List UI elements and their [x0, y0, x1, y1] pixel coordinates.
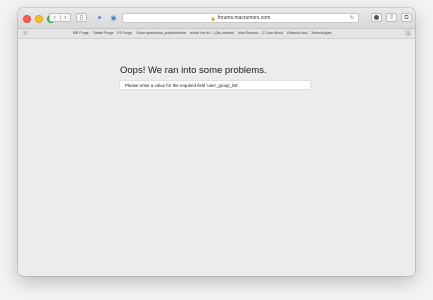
- share-icon: ⇧: [388, 14, 395, 21]
- error-title: Oops! We ran into some problems.: [120, 65, 267, 76]
- browser-toolbar: ‹ › ▯ ✦ ◉ 🔒 forums.macrumors.com ↻ ⇧ ⧉: [18, 8, 415, 29]
- page-content: Oops! We ran into some problems. Please …: [18, 39, 415, 276]
- favorite-item[interactable]: Onion spectrums_purpleocktree: [136, 31, 186, 36]
- reload-icon[interactable]: ↻: [350, 15, 354, 21]
- url-text: forums.macrumors.com: [217, 15, 271, 21]
- extension-button-2[interactable]: ◉: [108, 12, 119, 23]
- sidebar-icon: ▯: [79, 14, 84, 21]
- address-bar[interactable]: 🔒 forums.macrumors.com ↻: [122, 13, 359, 23]
- sidebar-toggle-button[interactable]: ▯: [76, 13, 87, 22]
- favorite-item[interactable]: FB Purge: [117, 31, 132, 36]
- back-forward-buttons: ‹ ›: [49, 13, 71, 22]
- share-button[interactable]: ⇧: [386, 13, 397, 22]
- downloads-icon: [374, 15, 379, 20]
- favorite-item[interactable]: MR Purge: [73, 31, 89, 36]
- favorite-item[interactable]: Editorial Arra... Technologies: [287, 31, 331, 36]
- add-tab-icon[interactable]: +: [405, 30, 411, 36]
- minimize-window-button[interactable]: [35, 15, 43, 23]
- favorite-item[interactable]: Mac Rumors: ...2 Care About: [238, 31, 283, 36]
- favorite-item[interactable]: Twitter Purge: [93, 31, 114, 36]
- tabs-icon: ⧉: [404, 14, 409, 21]
- tabs-button[interactable]: ⧉: [401, 13, 412, 22]
- extension-icon: ✦: [96, 14, 103, 22]
- close-window-button[interactable]: [23, 15, 31, 23]
- bookmarks-icon[interactable]: ◎: [23, 30, 27, 36]
- error-message: Please enter a value for the required fi…: [125, 82, 240, 88]
- favorites-bar: ◎ MR Purge Twitter Purge FB Purge Onion …: [18, 29, 415, 39]
- back-icon[interactable]: ‹: [50, 15, 60, 21]
- extension-button-1[interactable]: ✦: [94, 12, 105, 23]
- browser-window: ‹ › ▯ ✦ ◉ 🔒 forums.macrumors.com ↻ ⇧ ⧉ ◎: [18, 8, 415, 276]
- downloads-button[interactable]: [371, 13, 382, 22]
- error-message-box: Please enter a value for the required fi…: [119, 80, 311, 90]
- lock-icon: 🔒: [210, 15, 216, 21]
- favorites-list: MR Purge Twitter Purge FB Purge Onion sp…: [73, 31, 331, 36]
- extension-icon: ◉: [110, 14, 117, 22]
- favorite-item[interactable]: reddit: the fro...) (No Internet: [190, 31, 234, 36]
- forward-icon[interactable]: ›: [59, 14, 71, 21]
